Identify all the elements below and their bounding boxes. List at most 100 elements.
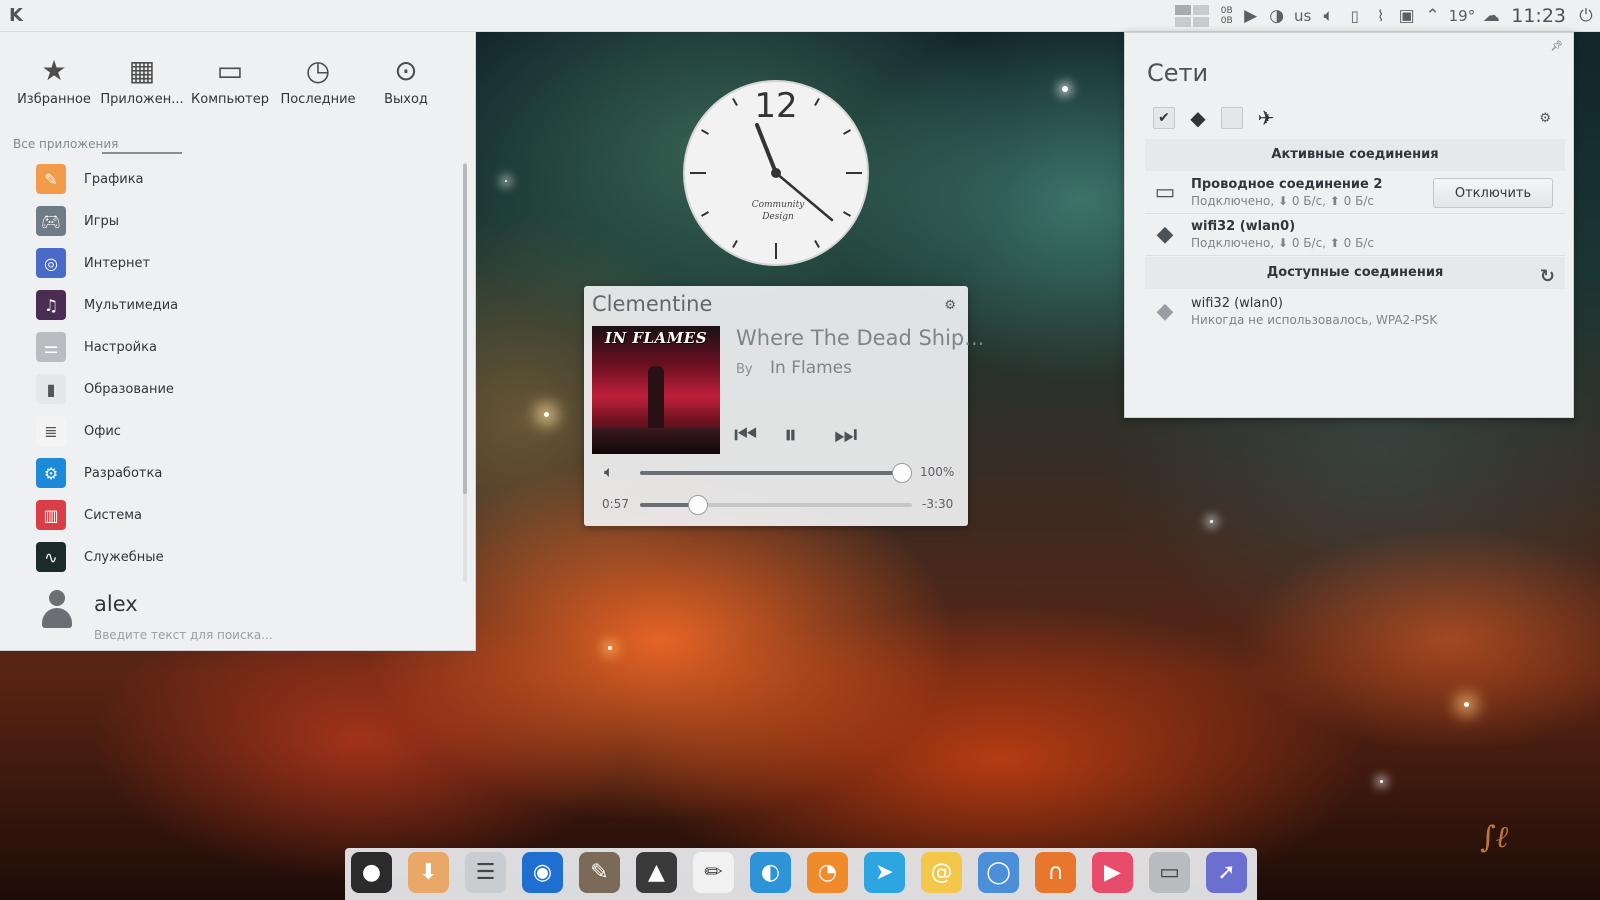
github-icon[interactable]: ● [351,852,392,893]
app-category-item[interactable]: ▥ Система [36,494,456,536]
airplane-mode-icon[interactable]: ✈ [1255,106,1277,130]
app-category-item[interactable]: ⚌ Настройка [36,326,456,368]
app-category-item[interactable]: ▮ Образование [36,368,456,410]
network-toggles: ✔ ◆ ✈ [1153,106,1277,130]
next-track-button[interactable]: ⏭ [834,420,857,451]
pause-button[interactable]: ⏸ [784,420,797,451]
rss-icon[interactable]: ◔ [807,852,848,893]
app-category-item[interactable]: ✎ Графика [36,158,456,200]
app-category-item[interactable]: ⚙ Разработка [36,452,456,494]
education-icon: ▮ [36,374,66,404]
headphones-icon[interactable]: ∩ [1035,852,1076,893]
track-title: Where The Dead Ship... [736,326,985,350]
wifi-locked-icon: ◆ [1156,299,1174,324]
analog-clock-widget[interactable]: 12 Community Design [682,79,870,267]
app-category-label: Интернет [84,255,151,271]
cursor-icon[interactable]: ➚ [1206,852,1247,893]
volume-slider-handle[interactable] [892,463,912,483]
clock-brand-line1: Community [752,200,805,210]
active-connections-header: Активные соединения [1145,139,1565,171]
section-label: Все приложения [13,137,119,151]
play-icon[interactable]: ▶ [1241,0,1261,32]
keyboard-layout[interactable]: us [1293,0,1313,32]
star-icon: ★ [41,54,67,87]
app-category-item[interactable]: ◎ Интернет [36,242,456,284]
history-icon: ◷ [305,54,331,87]
settings-toggle-icon[interactable]: ☰ [465,852,506,893]
power-icon[interactable]: ⏻ [1576,0,1596,32]
kde-icon[interactable]: K [0,0,32,32]
telegram-alt-icon[interactable]: ◐ [750,852,791,893]
gimp-icon[interactable]: ✎ [579,852,620,893]
previous-track-button[interactable]: ⏮ [734,420,757,451]
disconnect-button[interactable]: Отключить [1433,178,1553,208]
games-icon: 🎮︎ [36,206,66,236]
clementine-icon[interactable]: ◑ [1267,0,1287,32]
clipboard-icon[interactable]: ⌇ [1371,0,1391,32]
volume-icon[interactable]: 🔈︎ [1319,0,1339,32]
system-icon: ▥ [36,500,66,530]
star [608,646,612,650]
volume-slider[interactable] [640,463,912,483]
tab-label: Избранное [17,92,91,107]
netspeed-icon[interactable]: 0B 0B [1221,6,1233,26]
tab-favorites[interactable]: ★ Избранное [10,50,98,140]
tab-recent[interactable]: ◷ Последние [274,50,362,140]
wifi-toggle-icon[interactable]: ◆ [1187,106,1209,130]
media-player-icon[interactable]: ▶ [1092,852,1133,893]
computer-icon: ▭ [216,54,244,87]
weather-icon[interactable]: ☁︎ [1481,0,1501,32]
tab-applications[interactable]: ▦ Приложен... [98,50,186,154]
file-manager-icon[interactable]: ▭ [1149,852,1190,893]
connection-row[interactable]: ◆ wifi32 (wlan0) Никогда не использовало… [1145,291,1565,333]
download-icon[interactable]: ⬇ [408,852,449,893]
apps-grid-icon: ▦ [128,54,156,87]
refresh-icon[interactable]: ↻ [1540,261,1555,293]
tab-computer[interactable]: ▭ Компьютер [186,50,274,140]
connection-name: wifi32 (wlan0) [1191,219,1296,234]
text-editor-icon[interactable]: ✏ [693,852,734,893]
telegram-icon[interactable]: ➤ [864,852,905,893]
pager-icon[interactable] [1174,5,1209,27]
netspeed-up: 0B [1220,6,1233,16]
app-category-label: Мультимедиа [84,297,179,313]
gear-icon[interactable]: ⚙ [944,298,956,313]
user-row: alex [40,572,460,642]
remaining-time: -3:30 [922,497,954,511]
elapsed-time: 0:57 [602,497,629,511]
tab-leave[interactable]: ⊙ Выход [362,50,450,140]
expand-arrow-icon[interactable]: ⌃ [1423,0,1443,32]
app-category-item[interactable]: ≣ Офис [36,410,456,452]
app-category-item[interactable]: 🎮︎ Игры [36,200,456,242]
volume-icon[interactable]: 🔈︎ [604,462,614,482]
seek-slider-handle[interactable] [688,495,709,515]
seek-slider[interactable] [640,495,912,515]
gear-icon[interactable]: ⚙ [1539,111,1551,126]
networking-enabled-checkbox[interactable]: ✔ [1153,107,1175,129]
browser-globe-icon[interactable]: ◉ [522,852,563,893]
multimedia-icon: ♫ [36,290,66,320]
connection-name: Проводное соединение 2 [1191,177,1383,192]
chromium-icon[interactable]: ◯ [978,852,1019,893]
wired-network-icon: ▭ [1154,180,1176,205]
network-icon[interactable]: ▣ [1397,0,1417,32]
inkscape-icon[interactable]: ▲ [636,852,677,893]
network-popup: 📌︎ Сети ✔ ◆ ✈ ⚙ Активные соединения ▭ Пр… [1124,32,1574,418]
tab-label: Приложен... [100,92,184,107]
mail-icon[interactable]: @ [921,852,962,893]
search-input[interactable] [94,628,394,642]
battery-icon[interactable]: ▯ [1345,0,1365,32]
digital-clock[interactable]: 11:23 [1511,5,1566,27]
pin-icon[interactable]: 📌︎ [1550,41,1563,52]
scrollbar-thumb[interactable] [463,164,467,494]
album-art: IN FLAMES [592,326,720,454]
app-category-item[interactable]: ♫ Мультимедиа [36,284,456,326]
connection-row[interactable]: ◆ wifi32 (wlan0) Подключено, ⬇ 0 Б/с, ⬆ … [1145,214,1565,256]
widget-title: Clementine [592,292,713,316]
netspeed-down: 0B [1220,16,1233,26]
connection-row[interactable]: ▭ Проводное соединение 2 Подключено, ⬇ 0… [1145,172,1565,214]
internet-icon: ◎ [36,248,66,278]
temperature[interactable]: 19° [1449,0,1476,32]
app-category-label: Графика [84,171,144,187]
wifi-enabled-checkbox[interactable] [1221,107,1243,129]
